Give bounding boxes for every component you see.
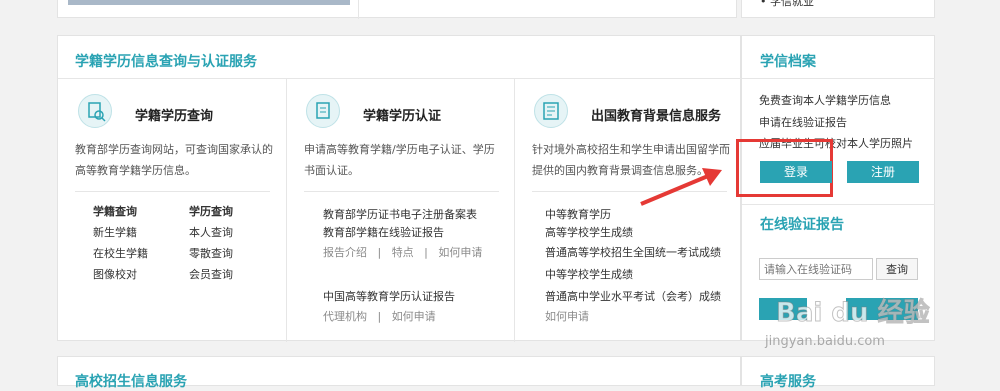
col1-header-right[interactable]: 学历查询 (189, 203, 233, 219)
col1-link[interactable]: 会员查询 (189, 266, 233, 282)
verify-code-input[interactable] (759, 258, 873, 280)
search-document-icon (78, 94, 112, 128)
col1-link[interactable]: 本人查询 (189, 224, 233, 240)
bottom-left-title: 高校招生信息服务 (75, 374, 187, 390)
baidu-watermark-logo: Bai du 经验 (776, 298, 930, 329)
section-title: 学籍学历信息查询与认证服务 (75, 54, 257, 70)
col2-link[interactable]: 中国高等教育学历认证报告 (323, 288, 455, 304)
top-card-left (57, 0, 737, 19)
col2-desc: 申请高等教育学籍/学历电子认证、学历书面认证。 (304, 143, 495, 177)
sidebar-title: 学信档案 (760, 54, 816, 70)
col2-link[interactable]: 教育部学籍在线验证报告 (323, 224, 444, 240)
col3-link[interactable]: 中等教育学历 (545, 206, 611, 222)
col3-title[interactable]: 出国教育背景信息服务 (591, 105, 721, 124)
sidebar-line: 申请在线验证报告 (759, 116, 847, 129)
how-to-apply-link[interactable]: 如何申请 (438, 246, 482, 259)
agency-link[interactable]: 代理机构 (323, 310, 367, 323)
bottom-right-title: 高考服务 (760, 374, 816, 390)
col3-link[interactable]: 如何申请 (545, 308, 589, 324)
verify-title: 在线验证报告 (760, 217, 844, 233)
col-divider-1 (286, 78, 287, 342)
col2-sublink: 报告介绍 | 特点 | 如何申请 (323, 246, 483, 259)
col2-divider (304, 191, 499, 192)
bottom-card-right: 高考服务 (741, 356, 935, 390)
col3-link[interactable]: 普通高等学校招生全国统一考试成绩 (545, 244, 721, 260)
col3-link[interactable]: 普通高中学业水平考试（会考）成绩 (545, 288, 721, 304)
top-card-right: • 学信就业 (741, 0, 935, 18)
banner-image[interactable] (68, 0, 350, 5)
col1-link[interactable]: 新生学籍 (93, 224, 137, 240)
sidebar-line: 免费查询本人学籍学历信息 (759, 94, 891, 107)
report-intro-link[interactable]: 报告介绍 (323, 246, 367, 259)
sidebar-divider (742, 78, 935, 79)
baidu-watermark-url: jingyan.baidu.com (765, 334, 885, 349)
col-divider-2 (514, 78, 515, 342)
section-divider (58, 78, 741, 79)
register-button[interactable]: 注册 (847, 161, 919, 183)
col2-sublink: 代理机构 | 如何申请 (323, 310, 436, 323)
col1-divider (75, 191, 270, 192)
top-divider (358, 0, 359, 19)
features-link[interactable]: 特点 (392, 246, 414, 259)
sidebar-divider (742, 204, 935, 205)
red-arrow-icon (640, 168, 722, 206)
verify-query-button[interactable]: 查询 (876, 258, 918, 280)
login-button[interactable]: 登录 (760, 161, 832, 183)
col2-title[interactable]: 学籍学历认证 (363, 105, 441, 124)
col1-desc: 教育部学历查询网站，可查询国家承认的高等教育学籍学历信息。 (75, 143, 273, 177)
certificate-icon (306, 94, 340, 128)
col1-link[interactable]: 在校生学籍 (93, 245, 148, 261)
col3-link[interactable]: 中等学校学生成绩 (545, 266, 633, 282)
col2-link[interactable]: 教育部学历证书电子注册备案表 (323, 206, 477, 222)
how-to-apply-link[interactable]: 如何申请 (392, 310, 436, 323)
top-link-text: 学信就业 (770, 0, 814, 8)
col1-link[interactable]: 零散查询 (189, 245, 233, 261)
bottom-card-left: 高校招生信息服务 (57, 356, 741, 390)
col1-title[interactable]: 学籍学历查询 (135, 105, 213, 124)
document-list-icon (534, 94, 568, 128)
top-link[interactable]: • 学信就业 (760, 0, 814, 9)
col3-link[interactable]: 高等学校学生成绩 (545, 224, 633, 240)
col1-header-left[interactable]: 学籍查询 (93, 203, 137, 219)
col1-link[interactable]: 图像校对 (93, 266, 137, 282)
